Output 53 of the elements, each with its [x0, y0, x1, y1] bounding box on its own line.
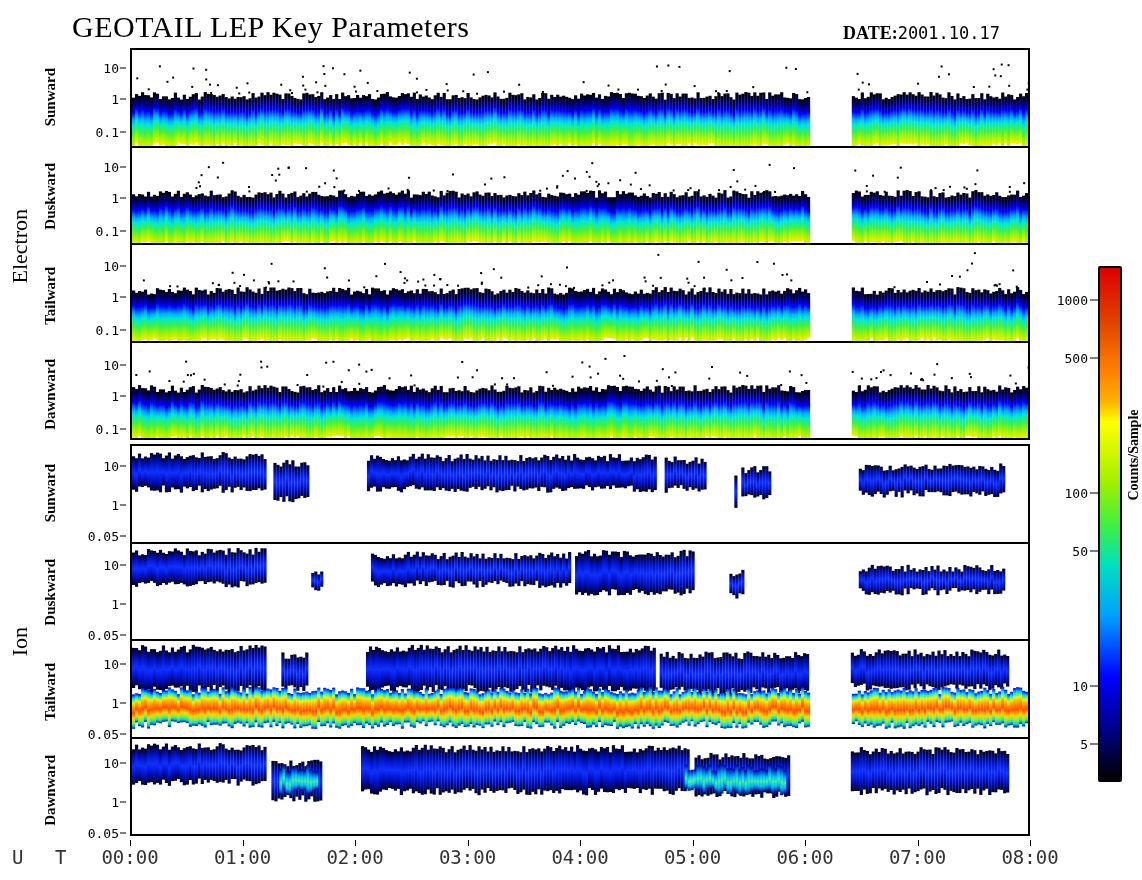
y-tick-label: 1	[111, 497, 119, 513]
x-axis-label: U T	[12, 846, 77, 868]
y-tick-label: 1	[111, 596, 119, 612]
y-tick-label: 0.05	[87, 528, 119, 544]
y-tick-label: 10	[103, 755, 119, 771]
y-tick-label: 10	[103, 357, 119, 373]
color-scale-tick-label: 100	[1064, 485, 1088, 501]
panel-label: Sunward	[41, 68, 59, 127]
y-tick-label: 10	[103, 60, 119, 76]
panel-label: Duskward	[41, 163, 59, 230]
y-tick-label: 0.1	[95, 421, 119, 437]
x-tick-label: 01:00	[213, 846, 272, 868]
x-tick-label: 04:00	[551, 846, 609, 868]
y-tick-label: 1	[111, 190, 119, 206]
y-tick-label: 0.05	[87, 825, 119, 841]
y-tick-label: 0.05	[87, 726, 119, 742]
y-tick-label: 1	[111, 289, 119, 305]
x-tick-label: 03:00	[438, 846, 497, 868]
y-tick-label: 1	[111, 388, 119, 404]
y-tick-label: 1	[111, 91, 119, 107]
panel-label: Dawnward	[41, 359, 59, 430]
color-scale-tick-label: 10	[1072, 678, 1088, 693]
y-tick-label: 0.1	[95, 124, 119, 140]
group-label: Electron	[7, 208, 33, 284]
y-tick-label: 1	[111, 794, 119, 810]
x-tick-label: 06:00	[776, 846, 834, 868]
date-label: DATE:2001.10.17	[842, 23, 1000, 44]
x-tick-label: 05:00	[663, 846, 722, 868]
x-tick-label: 00:00	[101, 846, 159, 868]
chart-title: GEOTAIL LEP Key Parameters	[72, 10, 470, 44]
y-tick-label: 10	[103, 458, 119, 474]
y-tick-label: 10	[103, 656, 119, 672]
panel-label: Tailward	[41, 662, 59, 721]
y-tick-label: 0.1	[95, 322, 119, 338]
group-label: Ion	[7, 627, 33, 657]
x-tick-label: 08:00	[1001, 846, 1059, 868]
color-scale-tick-label: 500	[1064, 350, 1088, 366]
x-tick-label: 07:00	[888, 846, 947, 868]
color-scale-tick-label: 1000	[1056, 292, 1088, 308]
color-scale-label: Counts/Sample	[1126, 409, 1142, 501]
color-scale-tick-label: 50	[1072, 543, 1088, 559]
panel-label: Duskward	[41, 559, 59, 626]
y-tick-label: 1	[111, 695, 119, 711]
y-tick-label: 0.05	[87, 627, 119, 643]
y-tick-label: 10	[103, 557, 119, 573]
x-tick-label: 02:00	[326, 846, 384, 868]
y-tick-label: 10	[103, 258, 119, 274]
color-scale-tick-label: 5	[1080, 736, 1088, 752]
panel-label: Tailward	[41, 266, 59, 325]
panel-label: Sunward	[41, 464, 59, 523]
panel-label: Dawnward	[41, 755, 59, 826]
y-tick-label: 0.1	[95, 223, 119, 239]
y-tick-label: 10	[103, 159, 119, 175]
